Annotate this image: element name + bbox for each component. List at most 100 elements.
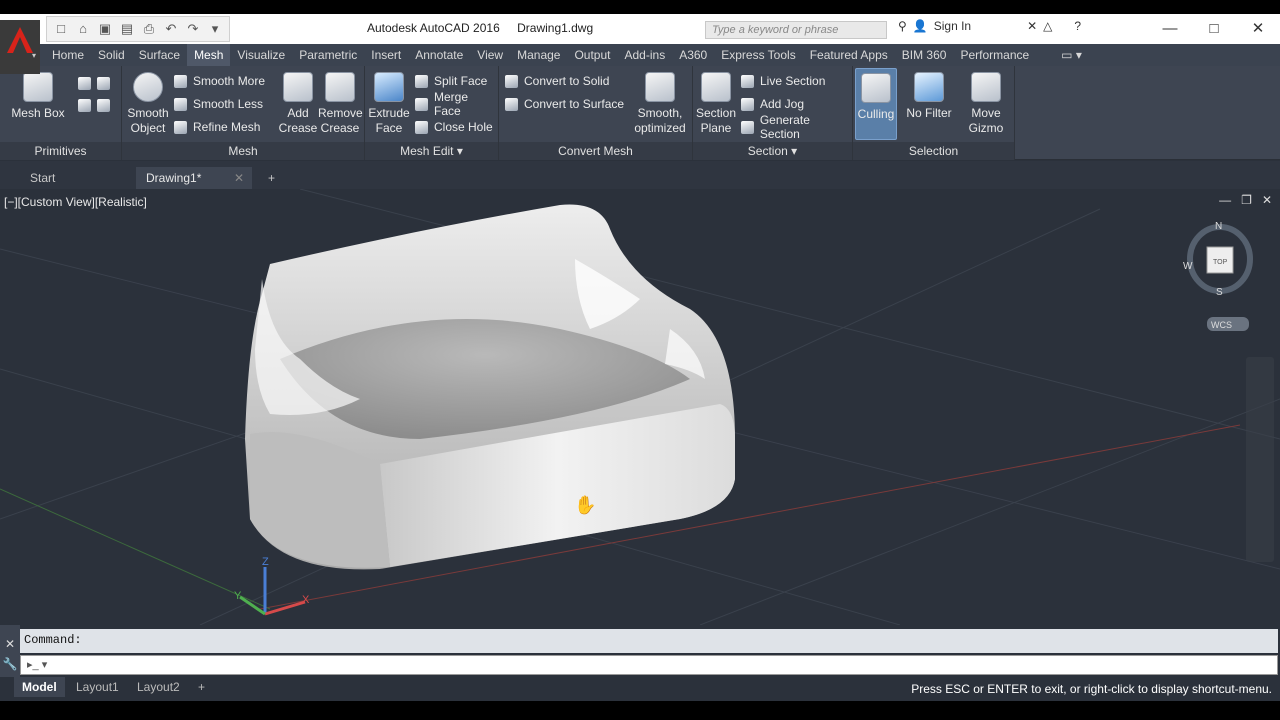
convert-to-solid-button[interactable]: Convert to Solid (505, 72, 609, 90)
customize-icon[interactable]: 🔧 (0, 657, 20, 671)
command-history: Command: (20, 629, 1278, 653)
pan-cursor-icon: ✋ (574, 494, 596, 515)
command-input[interactable]: ▸_ ▾ (20, 655, 1278, 675)
tab-manage[interactable]: Manage (510, 44, 567, 66)
smooth-object-button[interactable]: Smooth Object (124, 72, 172, 136)
tab-layout2[interactable]: Layout2 (129, 677, 188, 697)
no-filter-button[interactable]: No Filter (903, 72, 955, 121)
viewcube[interactable]: TOP N S W WCS (1183, 221, 1253, 331)
convert-to-surface-button[interactable]: Convert to Surface (505, 95, 624, 113)
extrude-face-button[interactable]: Extrude Face (367, 72, 411, 136)
tab-home[interactable]: Home (45, 44, 91, 66)
tab-start[interactable]: Start (20, 167, 65, 189)
sign-in-label[interactable]: Sign In (934, 19, 971, 33)
tab-add-ins[interactable]: Add-ins (618, 44, 673, 66)
panel-label-mesh-edit[interactable]: Mesh Edit ▾ (365, 142, 498, 160)
smooth-less-button[interactable]: Smooth Less (174, 95, 263, 113)
tab-performance[interactable]: Performance (953, 44, 1036, 66)
close-tab-icon[interactable]: ✕ (234, 167, 244, 189)
refine-mesh-button[interactable]: Refine Mesh (174, 118, 260, 136)
move-gizmo-button[interactable]: Move Gizmo (961, 72, 1011, 136)
tab-view[interactable]: View (470, 44, 510, 66)
drawing-viewport[interactable]: ✋ Z X Y TOP N S W WCS [−][Custom View][R… (0, 189, 1280, 625)
section-plane-button[interactable]: Section Plane (695, 72, 737, 136)
close-hole-button[interactable]: Close Hole (415, 118, 493, 136)
split-face-button[interactable]: Split Face (415, 72, 487, 90)
tab-surface[interactable]: Surface (132, 44, 187, 66)
move-gizmo-label: Move Gizmo (968, 106, 1004, 135)
mesh-cone-button[interactable] (78, 74, 110, 92)
generate-section-button[interactable]: Generate Section (741, 113, 852, 141)
new-layout-icon[interactable]: + (190, 677, 213, 697)
close-command-line-icon[interactable]: ✕ (0, 637, 20, 651)
window-title: Autodesk AutoCAD 2016 Drawing1.dwg (367, 21, 593, 35)
tab-drawing1[interactable]: Drawing1* ✕ (136, 167, 252, 189)
add-crease-label: Add Crease (278, 106, 318, 135)
new-tab-icon[interactable]: + (258, 167, 285, 189)
extrude-face-icon (374, 72, 404, 102)
saveas-icon[interactable]: ▤ (119, 21, 135, 37)
viewport-controls-label[interactable]: [−][Custom View][Realistic] (4, 195, 147, 209)
smooth-more-button[interactable]: Smooth More (174, 72, 265, 90)
minimize-icon[interactable]: — (1148, 14, 1192, 44)
command-prompt-icon[interactable]: ▸_ ▾ (27, 658, 47, 671)
app-title: Autodesk AutoCAD 2016 (367, 21, 500, 35)
culling-icon (861, 73, 891, 103)
search-input[interactable]: Type a keyword or phrase (705, 21, 887, 39)
tab-solid[interactable]: Solid (91, 44, 132, 66)
save-icon[interactable]: ▣ (97, 21, 113, 37)
tab-mesh[interactable]: Mesh (187, 44, 231, 66)
mesh-wedge-button[interactable] (78, 96, 110, 114)
tab-a360[interactable]: A360 (672, 44, 714, 66)
viewport-restore-icon[interactable]: ❐ (1241, 193, 1252, 207)
add-jog-button[interactable]: Add Jog (741, 95, 804, 113)
application-menu-button[interactable]: ▾ (0, 20, 40, 74)
add-crease-button[interactable]: Add Crease (278, 72, 318, 136)
sofa-mesh-model[interactable] (245, 204, 735, 570)
top-black-bar (0, 0, 1280, 14)
open-icon[interactable]: ⌂ (75, 21, 91, 37)
panel-convert-mesh: Convert to Solid Convert to Surface Smoo… (499, 66, 693, 160)
tab-visualize[interactable]: Visualize (230, 44, 292, 66)
tab-featured-apps[interactable]: Featured Apps (803, 44, 895, 66)
exchange-icon[interactable]: ✕ (1027, 19, 1037, 33)
ribbon: Mesh Box Primitives Smooth Object Smooth… (0, 66, 1280, 160)
panel-selection: Culling No Filter Move Gizmo Selection (853, 66, 1015, 160)
culling-button[interactable]: Culling (855, 68, 897, 140)
tab-layout1[interactable]: Layout1 (68, 677, 127, 697)
redo-icon[interactable]: ↷ (185, 21, 201, 37)
viewport-close-icon[interactable]: ✕ (1262, 193, 1272, 207)
binoculars-icon[interactable]: ⚲ (898, 19, 907, 33)
new-icon[interactable]: □ (53, 21, 69, 37)
smooth-optimized-button[interactable]: Smooth, optimized (631, 72, 689, 136)
dropdown-icon[interactable]: ▾ (207, 21, 223, 37)
tab-insert[interactable]: Insert (364, 44, 408, 66)
culling-label: Culling (857, 107, 895, 121)
tab-parametric[interactable]: Parametric (292, 44, 364, 66)
navigation-bar[interactable] (1246, 357, 1274, 562)
command-line-handle[interactable]: ✕ 🔧 (0, 625, 20, 677)
tab-bim-360[interactable]: BIM 360 (895, 44, 954, 66)
remove-crease-icon (325, 72, 355, 102)
maximize-icon[interactable]: □ (1192, 14, 1236, 44)
panel-label-selection: Selection (853, 142, 1014, 160)
live-section-button[interactable]: Live Section (741, 72, 825, 90)
tab-express-tools[interactable]: Express Tools (714, 44, 802, 66)
svg-text:X: X (302, 594, 310, 606)
mesh-box-button[interactable]: Mesh Box (10, 72, 66, 121)
panel-label-section[interactable]: Section ▾ (693, 142, 852, 160)
tab-output[interactable]: Output (567, 44, 617, 66)
viewport-minimize-icon[interactable]: — (1219, 193, 1231, 207)
sign-in-area[interactable]: ⚲ 👤 Sign In ✕ △ ? (898, 19, 1081, 33)
help-icon[interactable]: ? (1074, 19, 1081, 33)
ribbon-toggle-icon[interactable]: ▭ ▾ (1054, 44, 1089, 66)
tab-model[interactable]: Model (14, 677, 65, 697)
extrude-face-label: Extrude Face (368, 106, 410, 135)
print-icon[interactable]: ⎙ (141, 21, 157, 37)
undo-icon[interactable]: ↶ (163, 21, 179, 37)
close-icon[interactable]: ✕ (1236, 14, 1280, 44)
tab-annotate[interactable]: Annotate (408, 44, 470, 66)
merge-face-button[interactable]: Merge Face (415, 90, 498, 118)
remove-crease-button[interactable]: Remove Crease (318, 72, 363, 136)
autodesk-app-icon[interactable]: △ (1043, 19, 1052, 33)
